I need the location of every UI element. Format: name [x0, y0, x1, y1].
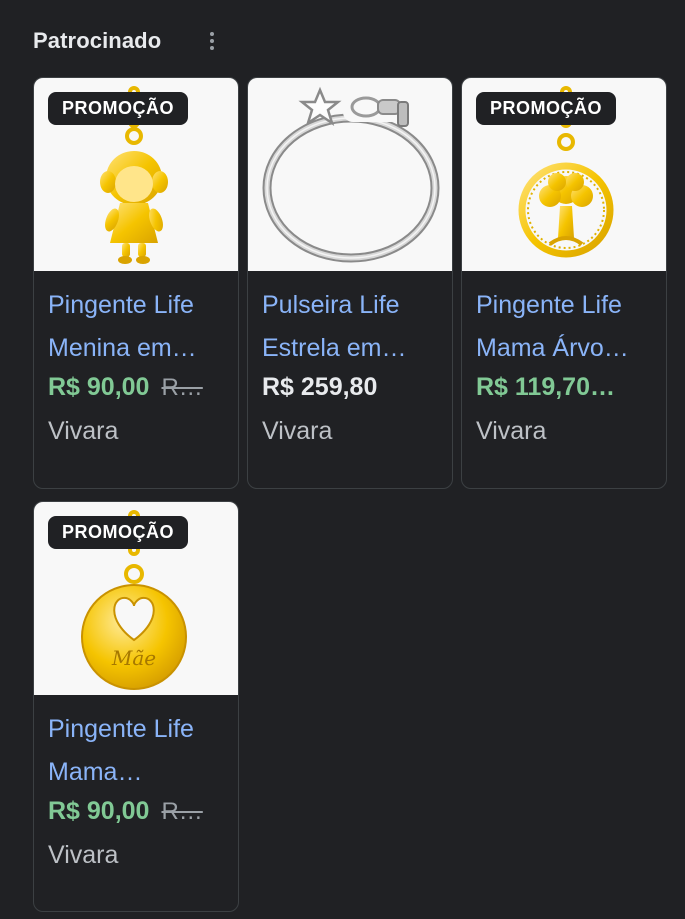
title-line: Menina em…: [48, 334, 197, 362]
price-row: R$ 90,00 R…: [34, 794, 238, 835]
title-line: Mama Árvo…: [476, 334, 629, 362]
title-line: Pingente Life: [48, 291, 194, 319]
product-image-silver-bracelet[interactable]: [248, 78, 452, 271]
price-row: R$ 259,80: [248, 370, 452, 411]
title-line: Estrela em…: [262, 334, 407, 362]
product-card-1[interactable]: PROMOÇÃO Pingente Life Menina em… R$ 90,…: [33, 77, 239, 489]
sponsored-title: Patrocinado: [33, 28, 162, 53]
title-line: Pingente Life: [476, 291, 622, 319]
old-price: R…: [161, 374, 203, 401]
product-title-link[interactable]: Pingente Life Mama Árvo…: [462, 271, 666, 370]
store-name: Vivara: [48, 841, 119, 869]
sale-price: R$ 119,70…: [476, 373, 615, 401]
old-price: R…: [161, 798, 203, 825]
title-line: Pulseira Life: [262, 291, 400, 319]
product-title-link[interactable]: Pingente Life Mama…: [34, 695, 238, 794]
product-title-link[interactable]: Pulseira Life Estrela em…: [248, 271, 452, 370]
promo-badge: PROMOÇÃO: [476, 92, 616, 125]
sale-price: R$ 90,00: [48, 373, 150, 401]
product-image-girl-pendant[interactable]: PROMOÇÃO: [34, 78, 238, 271]
product-image-tree-pendant[interactable]: PROMOÇÃO: [462, 78, 666, 271]
product-image-mae-heart-pendant[interactable]: Mãe PROMOÇÃO: [34, 502, 238, 695]
price-row: R$ 119,70…: [462, 370, 666, 411]
more-vert-icon[interactable]: [200, 28, 224, 54]
promo-badge: PROMOÇÃO: [48, 92, 188, 125]
product-card-2[interactable]: Pulseira Life Estrela em… R$ 259,80 Viva…: [247, 77, 453, 489]
sale-price: R$ 90,00: [48, 797, 150, 825]
price: R$ 259,80: [262, 373, 378, 401]
section-header: Patrocinado: [33, 26, 161, 56]
engraving-text: Mãe: [111, 646, 156, 670]
store-name: Vivara: [262, 417, 333, 445]
store-name: Vivara: [476, 417, 547, 445]
product-card-3[interactable]: PROMOÇÃO Pingente Life Mama Árvo… R$ 119…: [461, 77, 667, 489]
product-title-link[interactable]: Pingente Life Menina em…: [34, 271, 238, 370]
title-line: Mama…: [48, 758, 143, 786]
product-card-4[interactable]: Mãe PROMOÇÃO Pingente Life Mama… R$ 90,0…: [33, 501, 239, 912]
store-name: Vivara: [48, 417, 119, 445]
promo-badge: PROMOÇÃO: [48, 516, 188, 549]
price-row: R$ 90,00 R…: [34, 370, 238, 411]
title-line: Pingente Life: [48, 715, 194, 743]
